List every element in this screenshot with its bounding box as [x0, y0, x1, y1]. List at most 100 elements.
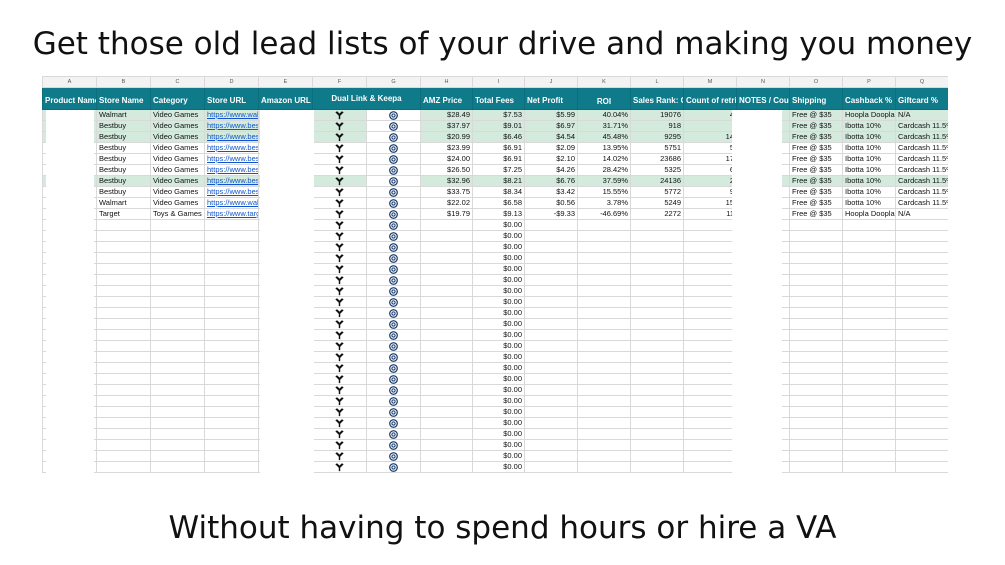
keepa-cell[interactable] [366, 351, 421, 363]
table-row[interactable]: $0.00 [42, 329, 948, 341]
empty-cell[interactable] [895, 351, 948, 363]
cell-total-fees[interactable]: $7.53 [472, 109, 525, 121]
y-chevron-icon[interactable] [335, 154, 344, 164]
table-row[interactable]: $0.00 [42, 450, 948, 462]
cell-store-name[interactable]: Bestbuy [96, 186, 151, 198]
y-chevron-icon[interactable] [335, 253, 344, 263]
store-url-link[interactable]: https://www.best [204, 186, 259, 198]
empty-cell[interactable] [683, 439, 737, 451]
table-row[interactable]: $0.00 [42, 274, 948, 286]
empty-cell[interactable] [577, 296, 631, 308]
empty-cell[interactable] [524, 362, 578, 374]
empty-cell[interactable] [150, 373, 205, 385]
empty-cell[interactable] [150, 252, 205, 264]
dual-link-cell[interactable] [312, 318, 367, 330]
cell-store-name[interactable]: Bestbuy [96, 120, 151, 132]
empty-cell[interactable] [150, 384, 205, 396]
empty-cell[interactable] [96, 373, 151, 385]
empty-cell[interactable] [420, 384, 473, 396]
empty-cell[interactable] [420, 263, 473, 275]
empty-cell[interactable] [895, 340, 948, 352]
keepa-cell[interactable] [366, 428, 421, 440]
empty-cell[interactable] [683, 417, 737, 429]
empty-cell[interactable] [204, 219, 259, 231]
keepa-cell[interactable] [366, 142, 421, 154]
empty-cell[interactable] [842, 219, 896, 231]
empty-cell[interactable] [895, 395, 948, 407]
dual-link-cell[interactable] [312, 230, 367, 242]
cell-total-fees[interactable]: $0.00 [472, 461, 525, 473]
empty-cell[interactable] [524, 318, 578, 330]
empty-cell[interactable] [577, 384, 631, 396]
empty-cell[interactable] [420, 252, 473, 264]
cell-store-name[interactable]: Walmart [96, 109, 151, 121]
cell-category[interactable]: Video Games [150, 186, 205, 198]
target-icon[interactable] [389, 198, 398, 208]
empty-cell[interactable] [96, 384, 151, 396]
empty-cell[interactable] [524, 307, 578, 319]
cell-net-profit[interactable]: $3.42 [524, 186, 578, 198]
y-chevron-icon[interactable] [335, 286, 344, 296]
empty-cell[interactable] [204, 406, 259, 418]
y-chevron-icon[interactable] [335, 374, 344, 384]
cell-sales-rank[interactable]: 24136 [630, 175, 684, 187]
empty-cell[interactable] [204, 329, 259, 341]
empty-cell[interactable] [204, 395, 259, 407]
empty-cell[interactable] [96, 318, 151, 330]
empty-cell[interactable] [683, 329, 737, 341]
empty-cell[interactable] [683, 252, 737, 264]
empty-cell[interactable] [577, 307, 631, 319]
cell-count[interactable] [683, 120, 737, 132]
empty-cell[interactable] [420, 296, 473, 308]
dual-link-cell[interactable] [312, 417, 367, 429]
empty-cell[interactable] [420, 230, 473, 242]
y-chevron-icon[interactable] [335, 231, 344, 241]
dual-link-cell[interactable] [312, 120, 367, 132]
keepa-cell[interactable] [366, 439, 421, 451]
empty-cell[interactable] [524, 219, 578, 231]
empty-cell[interactable] [150, 461, 205, 473]
cell-category[interactable]: Video Games [150, 153, 205, 165]
empty-cell[interactable] [895, 450, 948, 462]
empty-cell[interactable] [630, 395, 684, 407]
keepa-cell[interactable] [366, 153, 421, 165]
keepa-cell[interactable] [366, 109, 421, 121]
keepa-cell[interactable] [366, 340, 421, 352]
cell-cashback[interactable]: Ibotta 10% [842, 153, 896, 165]
empty-cell[interactable] [524, 351, 578, 363]
table-row[interactable]: Bestbuy Video Games https://www.best $20.99… [42, 131, 948, 143]
column-letter[interactable]: L [630, 76, 684, 88]
y-chevron-icon[interactable] [335, 297, 344, 307]
cell-shipping[interactable]: Free @ $35 [789, 131, 843, 143]
keepa-cell[interactable] [366, 186, 421, 198]
dual-link-cell[interactable] [312, 439, 367, 451]
target-icon[interactable] [389, 275, 398, 285]
empty-cell[interactable] [895, 362, 948, 374]
cell-net-profit[interactable]: $5.99 [524, 109, 578, 121]
empty-cell[interactable] [789, 274, 843, 286]
table-row[interactable]: $0.00 [42, 252, 948, 264]
table-row[interactable]: $0.00 [42, 296, 948, 308]
cell-giftcard[interactable]: Cardcash 11.5% [895, 131, 948, 143]
keepa-cell[interactable] [366, 417, 421, 429]
empty-cell[interactable] [577, 318, 631, 330]
empty-cell[interactable] [789, 263, 843, 275]
empty-cell[interactable] [96, 285, 151, 297]
empty-cell[interactable] [683, 340, 737, 352]
cell-store-name[interactable]: Bestbuy [96, 142, 151, 154]
empty-cell[interactable] [96, 417, 151, 429]
target-icon[interactable] [389, 308, 398, 318]
keepa-cell[interactable] [366, 219, 421, 231]
table-row[interactable]: Bestbuy Video Games https://www.best $23.99… [42, 142, 948, 154]
empty-cell[interactable] [842, 263, 896, 275]
empty-cell[interactable] [789, 296, 843, 308]
dual-link-cell[interactable] [312, 252, 367, 264]
target-icon[interactable] [389, 451, 398, 461]
cell-giftcard[interactable]: N/A [895, 109, 948, 121]
empty-cell[interactable] [895, 384, 948, 396]
table-row[interactable]: $0.00 [42, 285, 948, 297]
empty-cell[interactable] [842, 395, 896, 407]
empty-cell[interactable] [524, 252, 578, 264]
empty-cell[interactable] [630, 340, 684, 352]
keepa-cell[interactable] [366, 395, 421, 407]
